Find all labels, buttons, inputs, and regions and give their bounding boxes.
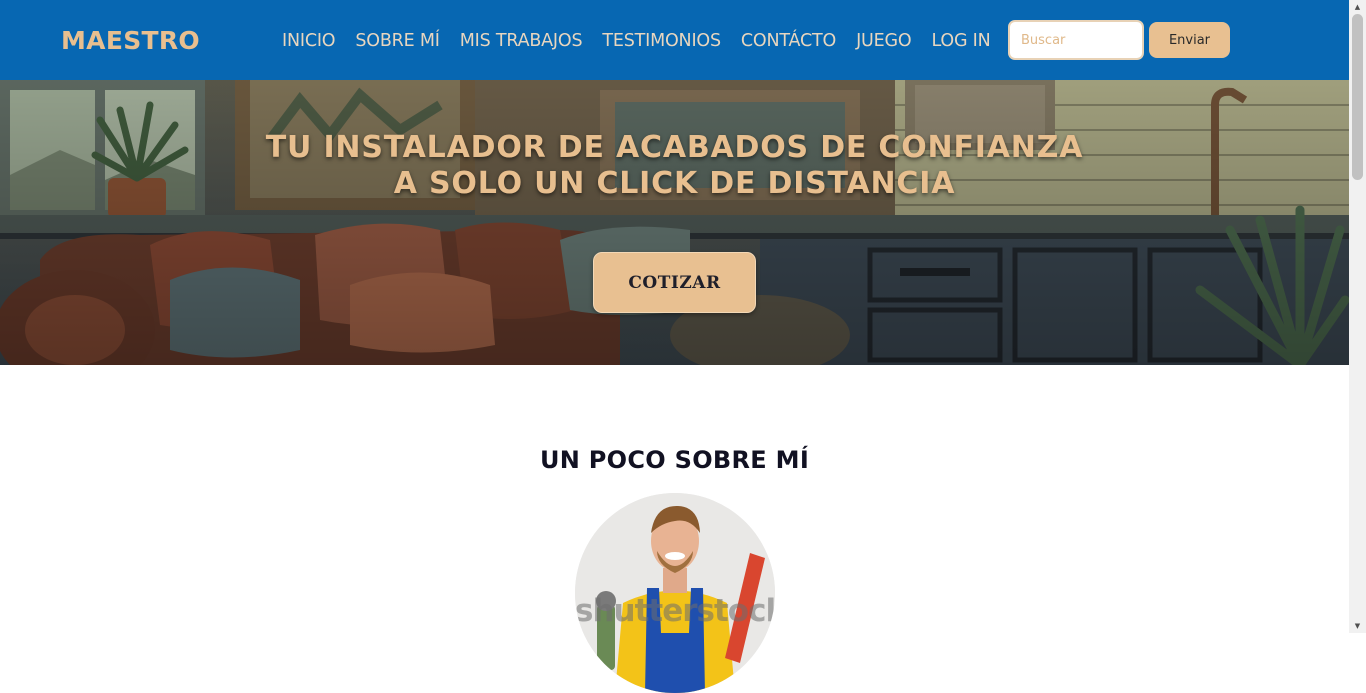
nav-link-contacto[interactable]: CONTÁCTO xyxy=(731,29,846,53)
hero-title-line-2: A SOLO UN CLICK DE DISTANCIA xyxy=(393,166,956,201)
navbar: MAESTRO INICIO SOBRE MÍ MIS TRABAJOS TES… xyxy=(0,0,1349,80)
scroll-up-arrow-icon[interactable]: ▲ xyxy=(1349,0,1366,14)
profile-photo: shutterstock xyxy=(575,493,775,693)
brand-logo[interactable]: MAESTRO xyxy=(61,24,200,58)
nav-link-inicio[interactable]: INICIO xyxy=(272,29,345,53)
photo-watermark: shutterstock xyxy=(575,593,775,629)
search-submit-button[interactable]: Enviar xyxy=(1149,22,1230,58)
search-input[interactable] xyxy=(1008,20,1144,60)
nav-link-juego[interactable]: JUEGO xyxy=(846,29,921,53)
page-scrollbar[interactable]: ▲ ▼ xyxy=(1349,0,1366,633)
scroll-down-arrow-icon[interactable]: ▼ xyxy=(1349,619,1366,633)
quote-button[interactable]: COTIZAR xyxy=(593,252,756,313)
nav-link-log-in[interactable]: LOG IN xyxy=(921,29,1000,53)
scrollbar-thumb[interactable] xyxy=(1352,14,1363,180)
nav-link-sobre-mi[interactable]: SOBRE MÍ xyxy=(345,29,449,53)
nav-link-mis-trabajos[interactable]: MIS TRABAJOS xyxy=(450,29,593,53)
hero-banner: TU INSTALADOR DE ACABADOS DE CONFIANZA A… xyxy=(0,80,1349,365)
hero-title-line-1: TU INSTALADOR DE ACABADOS DE CONFIANZA xyxy=(265,130,1084,165)
hero-title: TU INSTALADOR DE ACABADOS DE CONFIANZA A… xyxy=(0,130,1349,202)
nav-link-testimonios[interactable]: TESTIMONIOS xyxy=(592,29,731,53)
hero-background-illustration xyxy=(0,80,1349,365)
main-nav: INICIO SOBRE MÍ MIS TRABAJOS TESTIMONIOS… xyxy=(272,29,1001,53)
about-section-title: UN POCO SOBRE MÍ xyxy=(539,446,810,474)
